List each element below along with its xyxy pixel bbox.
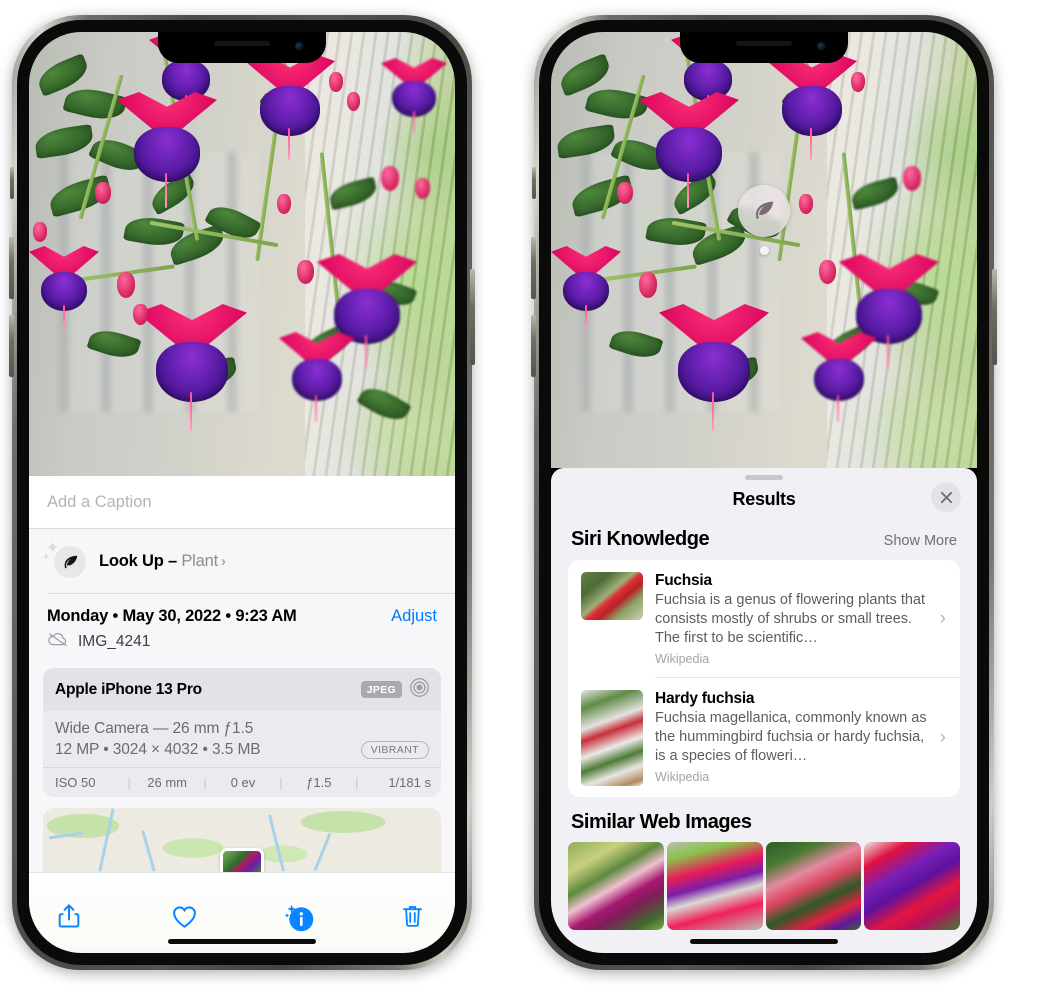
camera-card-body: Wide Camera — 26 mm ƒ1.5 12 MP • 3024 × … <box>43 711 441 767</box>
volume-up-button[interactable] <box>9 237 14 299</box>
front-camera-icon <box>817 42 826 51</box>
volume-down-button[interactable] <box>531 315 536 377</box>
sparkle-icon-small: ✦ <box>42 552 51 563</box>
similar-web-images-header: Similar Web Images <box>551 797 977 842</box>
photo-info-panel: Add a Caption ✦ ✦ Look Up – Plant › Mond… <box>29 476 455 953</box>
earpiece-speaker <box>736 41 792 46</box>
cloud-slash-icon <box>47 632 69 652</box>
iphone-left: Add a Caption ✦ ✦ Look Up – Plant › Mond… <box>9 15 475 970</box>
knowledge-source: Wikipedia <box>655 770 710 785</box>
chevron-right-icon: › <box>220 552 226 570</box>
notch <box>680 32 848 63</box>
siri-knowledge-title: Siri Knowledge <box>571 528 710 550</box>
power-button[interactable] <box>470 269 475 365</box>
photo-toolbar <box>29 871 455 948</box>
similar-image-4[interactable] <box>864 841 960 930</box>
front-camera-icon <box>295 42 304 51</box>
exif-shutter-speed: 1/181 s <box>388 774 431 790</box>
similar-image-1[interactable] <box>568 841 664 930</box>
photo-filename: IMG_4241 <box>78 632 151 650</box>
look-up-row[interactable]: ✦ ✦ Look Up – Plant › <box>29 529 455 593</box>
look-up-icon-wrap: ✦ ✦ <box>42 541 87 580</box>
look-up-label: Look Up – Plant › <box>99 552 226 571</box>
share-icon[interactable] <box>55 902 85 932</box>
iphone-right: Results Siri Knowledge Show More Fuchsia… <box>531 15 997 970</box>
leaf-icon <box>755 201 774 220</box>
silence-switch[interactable] <box>10 167 14 199</box>
knowledge-source: Wikipedia <box>655 652 710 667</box>
siri-knowledge-card: Fuchsia Fuchsia is a genus of flowering … <box>568 560 960 797</box>
siri-knowledge-header: Siri Knowledge Show More <box>551 522 977 560</box>
show-more-button[interactable]: Show More <box>884 533 957 549</box>
look-up-title: Look Up <box>99 551 164 570</box>
exif-iso: ISO 50 <box>55 774 96 790</box>
close-button[interactable] <box>931 482 961 512</box>
map-photo-pin <box>220 847 264 872</box>
home-indicator[interactable] <box>168 939 316 944</box>
knowledge-description: Fuchsia magellanica, commonly known as t… <box>655 709 927 765</box>
knowledge-title: Fuchsia <box>655 572 712 589</box>
trash-icon[interactable] <box>399 902 429 932</box>
silence-switch[interactable] <box>532 167 536 199</box>
earpiece-speaker <box>214 41 270 46</box>
look-up-subject: Plant <box>181 551 218 570</box>
sheet-title: Results <box>732 489 796 509</box>
knowledge-item-fuchsia[interactable]: Fuchsia Fuchsia is a genus of flowering … <box>568 560 960 677</box>
heart-icon[interactable] <box>170 902 200 932</box>
photo-date: Monday • May 30, 2022 • 9:23 AM <box>47 606 297 625</box>
similar-web-images-strip[interactable] <box>551 841 977 930</box>
look-up-dash: – <box>163 551 182 570</box>
thumbnail-fuchsia <box>581 572 643 620</box>
power-button[interactable] <box>992 269 997 365</box>
photo-fuchsia-right[interactable] <box>551 32 977 468</box>
camera-specs-line: 12 MP • 3024 × 4032 • 3.5 MB <box>55 740 261 758</box>
date-block: Monday • May 30, 2022 • 9:23 AM Adjust I… <box>29 594 455 664</box>
thumbnail-hardy-fuchsia <box>581 689 643 786</box>
close-icon <box>940 491 952 503</box>
caption-input[interactable]: Add a Caption <box>29 476 455 529</box>
knowledge-title: Hardy fuchsia <box>655 689 755 707</box>
info-sparkle-icon[interactable] <box>284 902 314 932</box>
visual-lookup-leaf-badge[interactable] <box>738 185 790 237</box>
chevron-right-icon: › <box>939 726 946 748</box>
similar-web-images-title: Similar Web Images <box>571 810 752 833</box>
exif-focal-length: 26 mm <box>147 774 187 790</box>
chevron-right-icon: › <box>939 608 946 630</box>
visual-lookup-anchor-dot <box>760 246 769 255</box>
volume-up-button[interactable] <box>531 237 536 299</box>
aperture-icon <box>409 677 430 703</box>
knowledge-item-hardy-fuchsia[interactable]: Hardy fuchsia Fuchsia magellanica, commo… <box>568 678 960 797</box>
volume-down-button[interactable] <box>9 315 14 377</box>
screen-left: Add a Caption ✦ ✦ Look Up – Plant › Mond… <box>29 32 455 953</box>
map-preview[interactable] <box>43 807 441 872</box>
camera-lens-line: Wide Camera — 26 mm ƒ1.5 <box>55 719 254 737</box>
camera-info-card[interactable]: Apple iPhone 13 Pro JPEG Wide Camera — 2… <box>43 667 441 797</box>
screen-right: Results Siri Knowledge Show More Fuchsia… <box>551 32 977 953</box>
screenshot-stage: Add a Caption ✦ ✦ Look Up – Plant › Mond… <box>0 0 1055 985</box>
photo-fuchsia-left[interactable] <box>29 32 455 476</box>
exif-row: ISO 50 | 26 mm | 0 ev | ƒ1.5 | 1/181 s <box>43 766 441 797</box>
format-badge: JPEG <box>360 681 402 698</box>
camera-card-header: Apple iPhone 13 Pro JPEG <box>43 667 441 711</box>
leaf-icon <box>54 546 86 578</box>
profile-badge: VIBRANT <box>360 740 429 759</box>
camera-model: Apple iPhone 13 Pro <box>55 680 202 698</box>
knowledge-description: Fuchsia is a genus of flowering plants t… <box>655 592 926 647</box>
exif-aperture: ƒ1.5 <box>306 774 332 790</box>
similar-image-3[interactable] <box>765 841 862 930</box>
results-sheet: Results Siri Knowledge Show More Fuchsia… <box>551 468 977 953</box>
sheet-header: Results <box>551 480 977 522</box>
adjust-button[interactable]: Adjust <box>391 607 437 626</box>
notch <box>158 32 326 63</box>
similar-image-2[interactable] <box>666 841 763 930</box>
exif-exposure-bias: 0 ev <box>230 774 256 790</box>
home-indicator[interactable] <box>690 939 838 944</box>
